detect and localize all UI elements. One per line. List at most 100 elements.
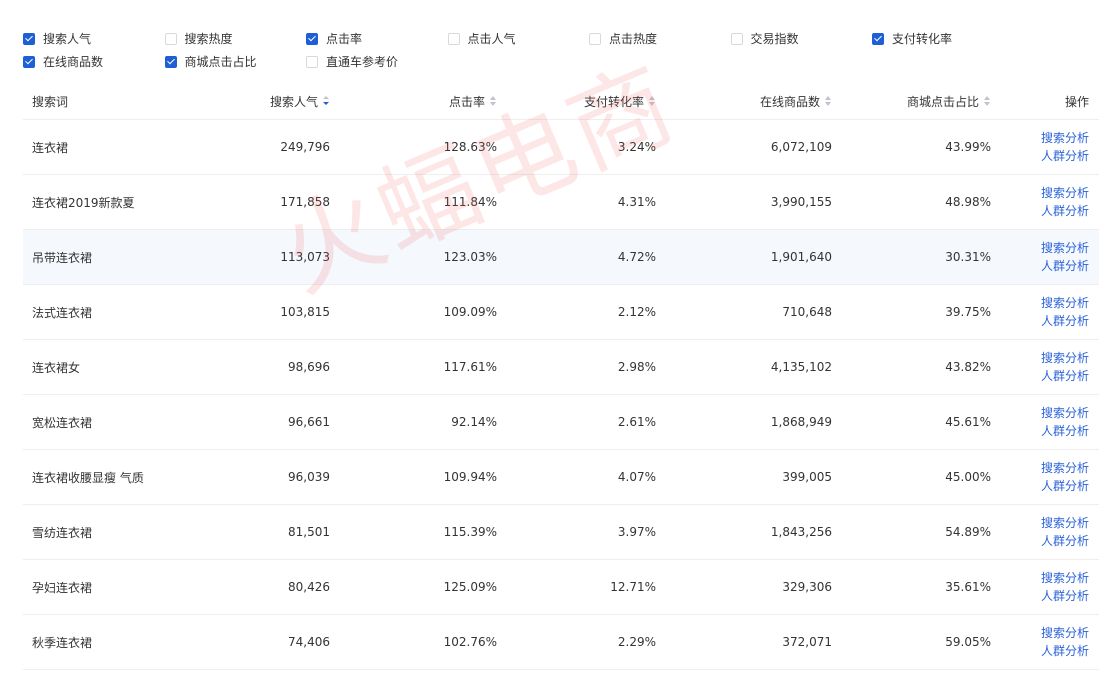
cell-online-items: 372,071 [782, 635, 832, 649]
sort-icon[interactable] [489, 96, 497, 106]
cell-search-popularity: 96,039 [288, 470, 330, 484]
filter-checkbox-item[interactable]: 点击人气 [447, 30, 590, 47]
cell-mall-click-share: 54.89% [945, 525, 991, 539]
filter-checkbox-item[interactable]: 商城点击占比 [164, 53, 307, 70]
cell-keyword: 连衣裙收腰显瘦 气质 [32, 470, 144, 485]
filter-checkbox-item[interactable]: 交易指数 [730, 30, 873, 47]
crowd-analysis-link[interactable]: 人群分析 [1041, 477, 1089, 495]
cell-keyword: 吊带连衣裙 [32, 250, 93, 265]
filter-checkbox-item[interactable]: 在线商品数 [23, 53, 165, 70]
crowd-analysis-link[interactable]: 人群分析 [1041, 532, 1089, 550]
search-analysis-link[interactable]: 搜索分析 [1041, 514, 1089, 532]
cell-click-rate: 109.09% [443, 305, 497, 319]
cell-pay-conversion: 2.12% [617, 305, 656, 319]
crowd-analysis-link[interactable]: 人群分析 [1041, 642, 1089, 660]
cell-mall-click-share: 45.61% [945, 415, 991, 429]
keyword-analysis-page: 搜索人气 搜索热度 点击率 点击人气 点击热度 交易指数 支付转化率 在线商品数 商城点击占比… [0, 0, 1099, 691]
search-analysis-link[interactable]: 搜索分析 [1041, 184, 1089, 202]
filter-label: 点击率 [326, 32, 363, 46]
filter-checkbox-item[interactable]: 点击热度 [589, 30, 731, 47]
checkbox-unchecked-icon[interactable] [306, 55, 318, 68]
filter-checkbox-item[interactable]: 搜索热度 [164, 30, 307, 47]
search-analysis-link[interactable]: 搜索分析 [1041, 459, 1089, 477]
checkbox-checked-icon[interactable] [23, 32, 35, 45]
cell-pay-conversion: 2.98% [617, 360, 656, 374]
header-mall-click-share[interactable]: 商城点击占比 [832, 93, 991, 110]
cell-click-rate: 111.84% [443, 195, 497, 209]
cell-search-popularity: 74,406 [288, 635, 330, 649]
search-analysis-link[interactable]: 搜索分析 [1041, 239, 1089, 257]
header-label: 在线商品数 [759, 94, 820, 109]
crowd-analysis-link[interactable]: 人群分析 [1041, 257, 1089, 275]
table-row: 雪纺连衣裙 81,501 115.39% 3.97% 1,843,256 54.89% 搜索… [23, 505, 1099, 560]
cell-actions: 搜索分析 人群分析 [991, 459, 1089, 495]
sort-icon[interactable] [983, 96, 991, 106]
search-analysis-link[interactable]: 搜索分析 [1041, 294, 1089, 312]
filter-label: 点击热度 [609, 32, 658, 46]
cell-actions: 搜索分析 人群分析 [991, 569, 1089, 605]
checkbox-unchecked-icon[interactable] [447, 32, 460, 45]
checkbox-unchecked-icon[interactable] [589, 32, 601, 45]
table-row: 连衣裙女 98,696 117.61% 2.98% 4,135,102 43.82% 搜索分… [23, 340, 1099, 395]
header-search-popularity[interactable]: 搜索人气 [223, 93, 330, 110]
cell-mall-click-share: 30.31% [945, 250, 991, 264]
header-click-rate[interactable]: 点击率 [330, 93, 497, 110]
filter-checkbox-item[interactable]: 支付转化率 [872, 30, 1014, 47]
table-row: 连衣裙收腰显瘦 气质 96,039 109.94% 4.07% 399,005 45.00… [23, 450, 1099, 505]
cell-mall-click-share: 43.82% [945, 360, 991, 374]
search-analysis-link[interactable]: 搜索分析 [1041, 129, 1089, 147]
cell-keyword: 孕妇连衣裙 [32, 580, 93, 595]
filter-checkbox-item[interactable]: 直通车参考价 [306, 53, 448, 70]
sort-icon[interactable] [824, 96, 832, 106]
filter-label: 交易指数 [750, 32, 799, 46]
cell-actions: 搜索分析 人群分析 [991, 404, 1089, 440]
cell-online-items: 1,868,949 [770, 415, 832, 429]
filter-checkbox-item[interactable]: 点击率 [306, 30, 448, 47]
crowd-analysis-link[interactable]: 人群分析 [1041, 312, 1089, 330]
sort-desc-active-icon[interactable] [322, 96, 330, 106]
filter-label: 支付转化率 [892, 32, 953, 46]
checkbox-checked-icon[interactable] [23, 55, 35, 68]
checkbox-checked-icon[interactable] [872, 32, 884, 45]
cell-pay-conversion: 4.31% [617, 195, 656, 209]
metric-filter-group: 搜索人气 搜索热度 点击率 点击人气 点击热度 交易指数 支付转化率 在线商品数 商城点击占比… [23, 27, 1083, 73]
cell-online-items: 710,648 [782, 305, 832, 319]
filter-checkbox-item[interactable]: 搜索人气 [23, 30, 165, 47]
cell-click-rate: 128.63% [443, 140, 497, 154]
cell-search-popularity: 249,796 [280, 140, 330, 154]
cell-actions: 搜索分析 人群分析 [991, 239, 1089, 275]
crowd-analysis-link[interactable]: 人群分析 [1041, 202, 1089, 220]
cell-click-rate: 92.14% [451, 415, 497, 429]
search-analysis-link[interactable]: 搜索分析 [1041, 624, 1089, 642]
checkbox-checked-icon[interactable] [164, 55, 177, 68]
sort-icon[interactable] [648, 96, 656, 106]
checkbox-unchecked-icon[interactable] [730, 32, 743, 45]
filter-label: 商城点击占比 [184, 55, 257, 69]
keyword-table: 搜索词 搜索人气 点击率 支付转化率 在线商品数 商城点击占比 操作 连衣裙 2… [23, 83, 1099, 670]
cell-pay-conversion: 3.97% [617, 525, 656, 539]
cell-mall-click-share: 59.05% [945, 635, 991, 649]
crowd-analysis-link[interactable]: 人群分析 [1041, 587, 1089, 605]
header-pay-conversion[interactable]: 支付转化率 [497, 93, 656, 110]
filter-label: 直通车参考价 [326, 55, 399, 69]
header-online-items[interactable]: 在线商品数 [656, 93, 832, 110]
header-label: 点击率 [448, 94, 485, 109]
checkbox-checked-icon[interactable] [306, 32, 318, 45]
table-row: 孕妇连衣裙 80,426 125.09% 12.71% 329,306 35.61% 搜索分… [23, 560, 1099, 615]
search-analysis-link[interactable]: 搜索分析 [1041, 349, 1089, 367]
filter-label: 搜索热度 [184, 32, 233, 46]
cell-online-items: 329,306 [782, 580, 832, 594]
cell-search-popularity: 96,661 [288, 415, 330, 429]
search-analysis-link[interactable]: 搜索分析 [1041, 404, 1089, 422]
header-keyword: 搜索词 [32, 94, 69, 109]
cell-click-rate: 125.09% [443, 580, 497, 594]
crowd-analysis-link[interactable]: 人群分析 [1041, 147, 1089, 165]
checkbox-unchecked-icon[interactable] [164, 32, 177, 45]
cell-online-items: 3,990,155 [770, 195, 832, 209]
crowd-analysis-link[interactable]: 人群分析 [1041, 422, 1089, 440]
cell-search-popularity: 103,815 [280, 305, 330, 319]
crowd-analysis-link[interactable]: 人群分析 [1041, 367, 1089, 385]
search-analysis-link[interactable]: 搜索分析 [1041, 569, 1089, 587]
cell-search-popularity: 80,426 [288, 580, 330, 594]
table-row: 宽松连衣裙 96,661 92.14% 2.61% 1,868,949 45.61% 搜索分… [23, 395, 1099, 450]
